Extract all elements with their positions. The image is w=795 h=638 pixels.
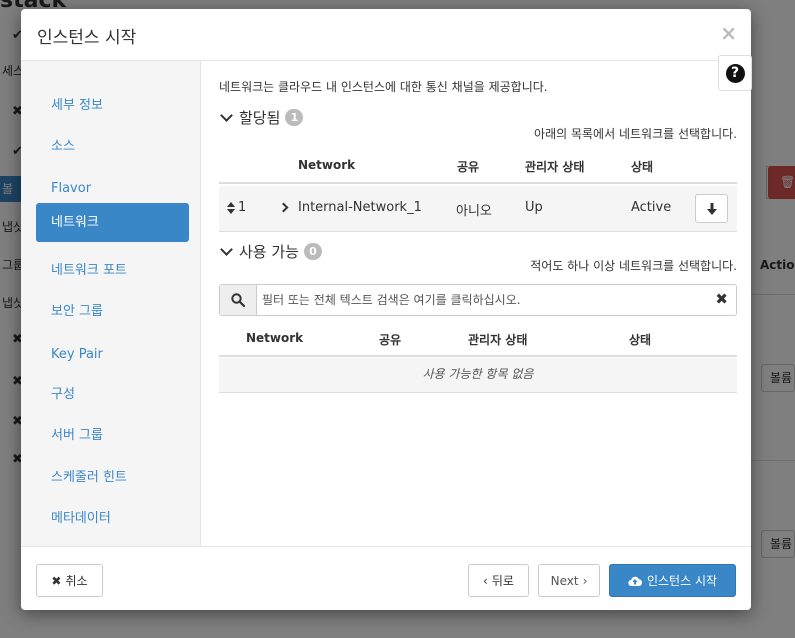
sidebar-item-source[interactable]: 소스 xyxy=(36,127,189,166)
modal-title: 인스턴스 시작 xyxy=(37,28,137,48)
help-button[interactable]: ? xyxy=(718,55,752,91)
modal-header: 인스턴스 시작 × xyxy=(21,9,751,61)
wizard-sidebar: 세부 정보 소스 Flavor 네트워크 네트워크 포트 보안 그룹 Key P… xyxy=(21,61,201,546)
search-icon xyxy=(220,285,257,315)
column-header-admin-state: 관리자 상태 xyxy=(468,333,528,347)
cloud-upload-icon xyxy=(628,576,642,586)
available-table-header: Network 공유 관리자 상태 상태 xyxy=(219,321,737,357)
cancel-label: 취소 xyxy=(65,574,88,588)
column-header-status: 상태 xyxy=(629,333,652,347)
allocated-hint: 아래의 목록에서 네트워크를 선택합니다. xyxy=(534,127,737,141)
launch-instance-button[interactable]: 인스턴스 시작 xyxy=(609,564,736,597)
allocated-table-header: Network 공유 관리자 상태 상태 xyxy=(219,148,737,184)
launch-label: 인스턴스 시작 xyxy=(646,574,718,588)
page-description: 네트워크는 클라우드 내 인스턴스에 대한 통신 채널을 제공합니다. xyxy=(219,80,548,94)
table-row: 1 Internal-Network_1 아니오 Up Active xyxy=(219,186,737,232)
launch-instance-modal: 인스턴스 시작 × ? 세부 정보 소스 Flavor 네트워크 네트워크 포트… xyxy=(21,9,752,610)
filter-bar: ✖ xyxy=(219,284,737,316)
allocated-title: 할당됨 xyxy=(239,109,281,127)
chevron-right-icon: › xyxy=(582,573,588,588)
sidebar-item-network-ports[interactable]: 네트워크 포트 xyxy=(36,251,189,290)
allocated-section-toggle[interactable]: 할당됨 1 xyxy=(219,107,304,128)
sidebar-item-server-groups[interactable]: 서버 그룹 xyxy=(36,416,189,455)
close-icon[interactable]: × xyxy=(720,21,737,45)
question-icon: ? xyxy=(725,63,745,83)
available-hint: 적어도 하나 이상 네트워크를 선택합니다. xyxy=(530,259,737,273)
column-header-shared: 공유 xyxy=(457,160,480,174)
sidebar-item-details[interactable]: 세부 정보 xyxy=(36,86,189,125)
chevron-right-icon[interactable] xyxy=(278,202,289,213)
column-header-network: Network xyxy=(246,331,304,345)
back-label: 뒤로 xyxy=(491,574,514,588)
available-title: 사용 가능 xyxy=(239,243,299,261)
sidebar-item-security-groups[interactable]: 보안 그룹 xyxy=(36,292,189,331)
allocated-count-badge: 1 xyxy=(285,109,304,126)
back-button[interactable]: ‹ 뒤로 xyxy=(468,564,529,597)
modal-footer: ✖ 취소 ‹ 뒤로 Next › 인스턴스 시작 xyxy=(21,546,751,610)
sort-handle-icon[interactable] xyxy=(227,202,235,214)
column-header-network: Network xyxy=(298,158,356,172)
chevron-down-icon xyxy=(220,243,233,256)
clear-icon[interactable]: ✖ xyxy=(715,290,728,308)
row-admin-state: Up xyxy=(525,200,543,215)
chevron-left-icon: ‹ xyxy=(483,573,488,588)
row-status: Active xyxy=(631,200,672,215)
sidebar-item-scheduler-hints[interactable]: 스케줄러 힌트 xyxy=(36,458,189,497)
column-header-admin-state: 관리자 상태 xyxy=(525,160,585,174)
sidebar-item-configuration[interactable]: 구성 xyxy=(36,375,189,414)
chevron-down-icon xyxy=(220,109,233,122)
close-icon: ✖ xyxy=(51,573,62,588)
search-input[interactable] xyxy=(258,285,708,315)
sidebar-item-key-pair[interactable]: Key Pair xyxy=(36,335,189,374)
row-shared: 아니오 xyxy=(456,204,492,219)
row-order: 1 xyxy=(238,200,247,215)
deallocate-button[interactable] xyxy=(695,194,728,223)
column-header-status: 상태 xyxy=(631,160,654,174)
available-count-badge: 0 xyxy=(303,243,322,260)
column-header-shared: 공유 xyxy=(379,333,402,347)
sidebar-item-networks[interactable]: 네트워크 xyxy=(36,203,189,242)
empty-state: 사용 가능한 항목 없음 xyxy=(219,358,737,393)
available-section-toggle[interactable]: 사용 가능 0 xyxy=(219,241,322,262)
cancel-button[interactable]: ✖ 취소 xyxy=(36,564,103,597)
sidebar-item-metadata[interactable]: 메타데이터 xyxy=(36,499,189,538)
row-network-name: Internal-Network_1 xyxy=(298,200,422,215)
arrow-down-icon xyxy=(706,202,717,215)
next-button[interactable]: Next › xyxy=(538,564,600,597)
next-label: Next xyxy=(550,573,579,588)
